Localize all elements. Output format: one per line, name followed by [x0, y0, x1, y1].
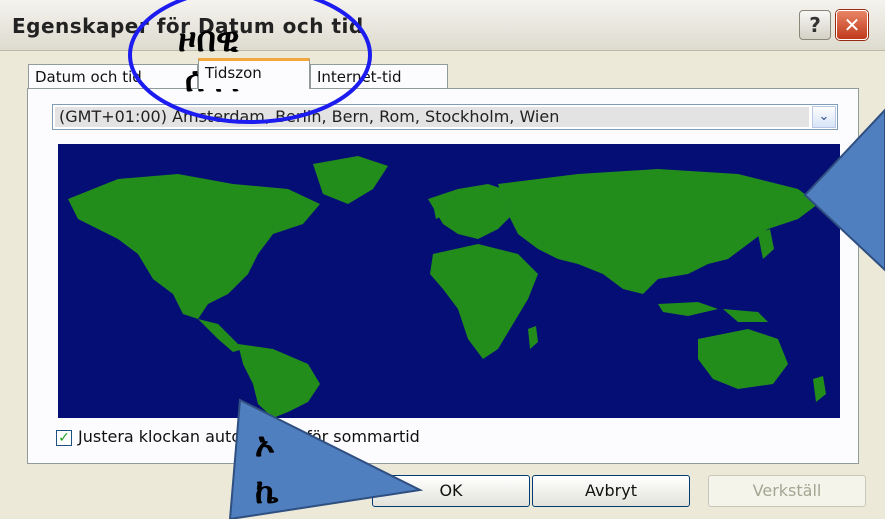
- timezone-selected-value: (GMT+01:00) Amsterdam, Berlin, Bern, Rom…: [55, 107, 809, 127]
- chevron-down-icon: ⌄: [818, 109, 830, 124]
- close-button[interactable]: ✕: [836, 10, 868, 40]
- tab-datum-och-tid[interactable]: Datum och tid: [28, 64, 198, 88]
- timezone-panel: (GMT+01:00) Amsterdam, Berlin, Bern, Rom…: [27, 88, 859, 464]
- close-icon: ✕: [843, 13, 861, 37]
- world-map-graphic: [58, 144, 840, 418]
- dst-label: Justera klockan automatiskt för sommarti…: [78, 427, 420, 446]
- dst-checkbox-row[interactable]: ✓ Justera klockan automatiskt för sommart…: [56, 427, 420, 446]
- annotation-arrow-line1: ኦ: [255, 425, 275, 465]
- date-time-properties-window: Egenskaper för Datum och tid ? ✕ Datum o…: [0, 0, 885, 519]
- dropdown-button[interactable]: ⌄: [812, 106, 836, 128]
- tab-tidszon[interactable]: Tidszon: [198, 58, 310, 89]
- annotation-arrow-line2: ኬ: [255, 472, 279, 512]
- ok-button[interactable]: OK: [372, 475, 530, 507]
- annotation-circle-line1: ዞበዊ: [178, 20, 240, 60]
- apply-button[interactable]: Verkställ: [708, 475, 866, 507]
- world-map[interactable]: [58, 144, 840, 418]
- help-button[interactable]: ?: [799, 10, 831, 40]
- timezone-select[interactable]: (GMT+01:00) Amsterdam, Berlin, Bern, Rom…: [52, 104, 838, 130]
- checkmark-icon: ✓: [58, 429, 70, 446]
- tab-internet-tid[interactable]: Internet-tid: [310, 64, 448, 88]
- title-bar[interactable]: Egenskaper för Datum och tid ? ✕: [0, 0, 885, 51]
- dst-checkbox[interactable]: ✓: [56, 429, 72, 446]
- cancel-button[interactable]: Avbryt: [532, 475, 690, 507]
